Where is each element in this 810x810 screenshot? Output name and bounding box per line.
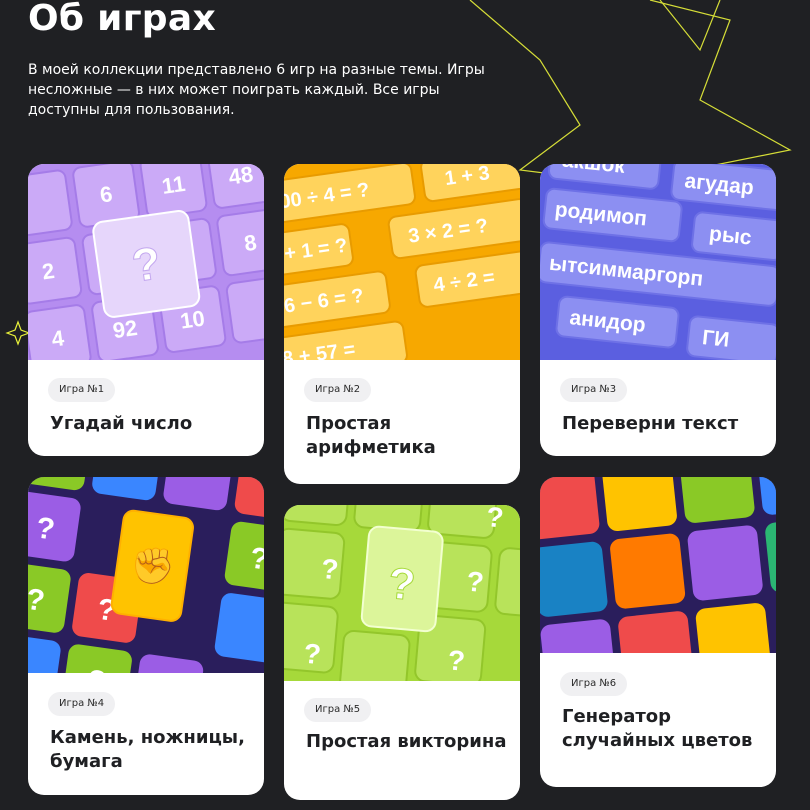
question-mark-icon: ?: [302, 638, 322, 670]
game-number-badge: Игра №4: [48, 692, 116, 716]
game-title: Простая викторина: [306, 731, 507, 752]
question-mark-icon: ?: [320, 553, 340, 585]
number-tile: 48: [227, 164, 255, 190]
reversed-word: ГИ: [701, 326, 730, 352]
question-mark-icon: ?: [446, 644, 466, 676]
game-number-badge: Игра №3: [560, 378, 628, 402]
game-number-badge: Игра №6: [560, 672, 628, 696]
game-card-simple-arithmetic[interactable]: 100 ÷ 4 = ? 1 + 3 9 + 1 = ? 3 × 2 = ? 36…: [284, 164, 520, 484]
number-tile: 10: [179, 306, 207, 334]
color-swatch: [540, 541, 608, 617]
game-number-badge: Игра №2: [304, 378, 372, 402]
color-swatch: [687, 525, 763, 601]
game-4-artwork: ? ? ? ? ? ? ✊: [28, 477, 264, 673]
game-card-rock-paper-scissors[interactable]: ? ? ? ? ? ? ✊ Игра №4 Камень, ножницы, б…: [28, 477, 264, 795]
game-card-simple-quiz[interactable]: ? ? ? ? ? ? Игра №5 Простая викторина: [284, 505, 520, 800]
color-swatch: [610, 533, 686, 609]
page-description: В моей коллекции представлено 6 игр на р…: [28, 62, 485, 118]
question-mark-icon: ?: [85, 664, 108, 673]
game-number-badge: Игра №1: [48, 378, 116, 402]
color-swatch: [679, 477, 755, 523]
game-number-badge: Игра №5: [304, 698, 372, 722]
game-card-reverse-text[interactable]: акшок агудар родимоп рыс ытсиммаргорп ан…: [540, 164, 776, 456]
question-mark-icon: ?: [465, 566, 485, 598]
game-title: Переверни текст: [562, 413, 739, 434]
game-1-artwork: 6 11 48 2 8 4 92 10 ?: [28, 164, 264, 360]
game-card-random-color-generator[interactable]: Игра №6 Генератор случайных цветов: [540, 477, 776, 787]
game-card-guess-number[interactable]: 6 11 48 2 8 4 92 10 ? Игра №1 Угадай чис…: [28, 164, 264, 456]
game-title: Камень, ножницы, бумага: [50, 727, 245, 772]
question-mark-icon: ?: [485, 505, 505, 533]
game-5-artwork: ? ? ? ? ? ?: [284, 505, 520, 681]
reversed-word: рыс: [708, 222, 753, 249]
game-3-artwork: акшок агудар родимоп рыс ытсиммаргорп ан…: [540, 164, 776, 360]
game-6-artwork: [540, 477, 776, 653]
color-swatch: [601, 477, 677, 532]
game-title: Простая арифметика: [306, 413, 436, 458]
game-title: Генератор случайных цветов: [562, 706, 753, 751]
number-tile: 92: [111, 315, 139, 343]
color-swatch: [540, 477, 600, 540]
fist-icon: ✊: [127, 543, 177, 590]
number-tile: 11: [160, 171, 187, 199]
question-mark-icon: ?: [386, 559, 417, 610]
page-title: Об играх: [28, 0, 216, 39]
game-2-artwork: 100 ÷ 4 = ? 1 + 3 9 + 1 = ? 3 × 2 = ? 36…: [284, 164, 520, 360]
game-title: Угадай число: [50, 413, 193, 434]
